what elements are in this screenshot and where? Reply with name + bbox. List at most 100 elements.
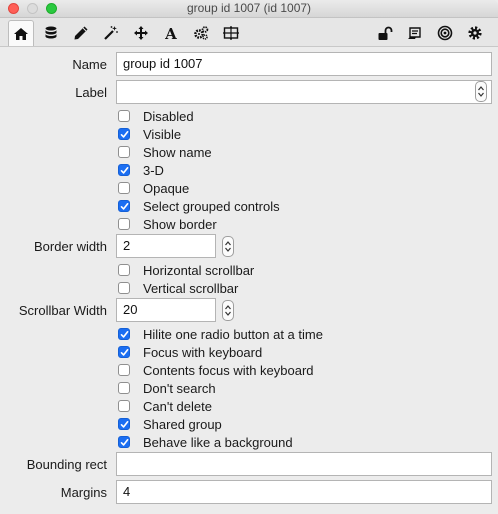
3-d-label: 3-D [143, 162, 164, 178]
lock-inspector-button[interactable] [372, 21, 398, 45]
checkmark-icon [120, 130, 128, 138]
horizontal-scrollbar-checkbox[interactable] [118, 264, 130, 276]
can-t-delete-label: Can't delete [143, 398, 212, 414]
message-box-button[interactable] [402, 21, 428, 45]
show-border-checkbox[interactable] [118, 218, 130, 230]
horizontal-scrollbar-label: Horizontal scrollbar [143, 262, 255, 278]
database-icon [45, 26, 57, 39]
behave-like-a-background-label: Behave like a background [143, 434, 293, 450]
up-down-arrows-icon [225, 241, 231, 252]
inspector-toolbar: A [0, 18, 498, 47]
can-t-delete-checkbox[interactable] [118, 400, 130, 412]
label-label: Label [75, 85, 107, 100]
up-down-arrows-icon [478, 86, 484, 97]
contents-focus-with-keyboard-checkbox[interactable] [118, 364, 130, 376]
checkbox-row-horizontal-scrollbar[interactable]: Horizontal scrollbar [118, 262, 254, 278]
target-object-button[interactable] [432, 21, 458, 45]
show-name-checkbox[interactable] [118, 146, 130, 158]
scrollbar-width-field[interactable]: 20 [116, 298, 216, 322]
label-field-scroll-stepper[interactable] [475, 81, 487, 102]
vertical-scrollbar-checkbox[interactable] [118, 282, 130, 294]
select-grouped-controls-label: Select grouped controls [143, 198, 280, 214]
checkbox-row-don-t-search[interactable]: Don't search [118, 380, 216, 396]
tab-text-formatting[interactable]: A [158, 21, 184, 45]
window-title: group id 1007 (id 1007) [186, 1, 312, 15]
checkbox-row-3-d[interactable]: 3-D [118, 162, 164, 178]
checkbox-row-behave-like-a-background[interactable]: Behave like a background [118, 434, 293, 450]
checkmark-icon [120, 420, 128, 428]
checkbox-row-visible[interactable]: Visible [118, 126, 181, 142]
checkbox-row-contents-focus-with-keyboard[interactable]: Contents focus with keyboard [118, 362, 314, 378]
checkbox-row-select-grouped-controls[interactable]: Select grouped controls [118, 198, 280, 214]
inspector-settings-button[interactable] [462, 21, 488, 45]
tab-basic-properties[interactable] [8, 20, 34, 46]
disabled-checkbox[interactable] [118, 110, 130, 122]
checkmark-icon [120, 438, 128, 446]
border-width-field[interactable]: 2 [116, 234, 216, 258]
message-stamp-icon [408, 27, 421, 39]
up-down-arrows-icon [225, 305, 231, 316]
checkbox-row-show-border[interactable]: Show border [118, 216, 217, 232]
show-name-label: Show name [143, 144, 212, 160]
move-arrows-icon [134, 26, 148, 40]
svg-text:A: A [164, 25, 177, 41]
property-inspector-window: group id 1007 (id 1007) A Name group id … [0, 0, 498, 514]
bounding-rect-label: Bounding rect [26, 457, 107, 472]
tab-custom-properties[interactable] [38, 21, 64, 45]
border-width-stepper[interactable] [222, 236, 234, 257]
visible-checkbox[interactable] [118, 128, 130, 140]
shared-group-checkbox[interactable] [118, 418, 130, 430]
settings-gear-icon [468, 26, 482, 40]
title-bar: group id 1007 (id 1007) [0, 0, 498, 18]
text-font-icon: A [164, 25, 177, 41]
disabled-label: Disabled [143, 108, 194, 124]
don-t-search-label: Don't search [143, 380, 216, 396]
checkbox-row-show-name[interactable]: Show name [118, 144, 212, 160]
checkbox-row-shared-group[interactable]: Shared group [118, 416, 222, 432]
scrollbar-width-label: Scrollbar Width [18, 303, 107, 318]
name-label: Name [72, 57, 107, 72]
scrollbar-width-stepper[interactable] [222, 300, 234, 321]
margins-field[interactable]: 4 [116, 480, 492, 504]
vertical-scrollbar-label: Vertical scrollbar [143, 280, 239, 296]
checkbox-row-can-t-delete[interactable]: Can't delete [118, 398, 212, 414]
hilite-one-radio-button-at-a-time-checkbox[interactable] [118, 328, 130, 340]
home-icon [14, 27, 28, 40]
shared-group-label: Shared group [143, 416, 222, 432]
checkmark-icon [120, 202, 128, 210]
name-field[interactable]: group id 1007 [116, 52, 492, 76]
checkbox-row-focus-with-keyboard[interactable]: Focus with keyboard [118, 344, 262, 360]
visible-label: Visible [143, 126, 182, 142]
checkmark-icon [120, 348, 128, 356]
hilite-one-radio-button-at-a-time-label: Hilite one radio button at a time [143, 326, 323, 342]
3-d-checkbox[interactable] [118, 164, 130, 176]
focus-with-keyboard-checkbox[interactable] [118, 346, 130, 358]
tab-position[interactable] [128, 21, 154, 45]
contents-focus-with-keyboard-label: Contents focus with keyboard [143, 362, 314, 378]
checkmark-icon [120, 166, 128, 174]
opaque-checkbox[interactable] [118, 182, 130, 194]
tab-advanced[interactable] [188, 21, 214, 45]
show-border-label: Show border [143, 216, 217, 232]
gears-icon [194, 26, 209, 40]
target-icon [437, 25, 453, 41]
magic-wand-icon [104, 26, 118, 40]
tab-geometry[interactable] [218, 21, 244, 45]
margins-label: Margins [60, 485, 107, 500]
don-t-search-checkbox[interactable] [118, 382, 130, 394]
select-grouped-controls-checkbox[interactable] [118, 200, 130, 212]
tab-icons-border[interactable] [68, 21, 94, 45]
border-width-label: Border width [34, 239, 107, 254]
behave-like-a-background-checkbox[interactable] [118, 436, 130, 448]
lock-icon [378, 26, 393, 40]
layout-grid-icon [223, 26, 239, 40]
bounding-rect-field[interactable] [116, 452, 492, 476]
checkbox-row-hilite-one-radio-button-at-a-time[interactable]: Hilite one radio button at a time [118, 326, 323, 342]
checkbox-row-vertical-scrollbar[interactable]: Vertical scrollbar [118, 280, 238, 296]
label-field[interactable] [116, 80, 492, 104]
checkbox-row-disabled[interactable]: Disabled [118, 108, 194, 124]
opaque-label: Opaque [143, 180, 190, 196]
tab-effects[interactable] [98, 21, 124, 45]
checkbox-row-opaque[interactable]: Opaque [118, 180, 189, 196]
pencil-icon [74, 26, 88, 40]
